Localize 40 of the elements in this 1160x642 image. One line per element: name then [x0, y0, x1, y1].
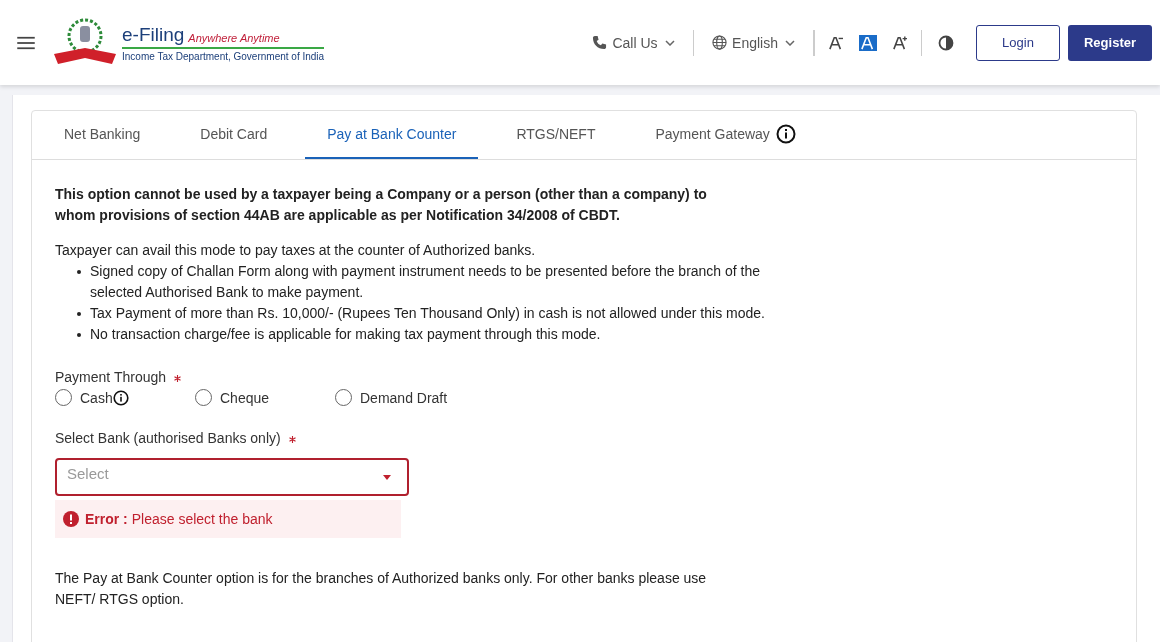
department-name: Income Tax Department, Government of India — [122, 50, 325, 62]
register-button[interactable]: Register — [1068, 24, 1152, 61]
radio-label[interactable]: Cash — [80, 389, 113, 406]
dropdown-arrow-icon[interactable] — [383, 474, 391, 480]
error-icon — [63, 511, 79, 527]
payment-tab[interactable]: Net Banking — [42, 111, 163, 159]
bullet-icon — [77, 333, 81, 337]
intro-text: Taxpayer can avail this mode to pay taxes at the counter of Authorized banks. — [55, 241, 537, 260]
call-us-dropdown[interactable]: Call Us — [586, 34, 681, 51]
bullet-text: Tax Payment of more than Rs. 10,000/- (Rupees Ten Thousand Only) in cash is not allowed under this mode. — [90, 304, 765, 323]
payment-tab[interactable]: Pay at Bank Counter — [305, 111, 479, 159]
normal-font-icon[interactable] — [858, 34, 877, 51]
bullet-text: No transaction charge/fee is applicable for making tax payment through this mode. — [90, 325, 601, 344]
increase-font-icon[interactable] — [890, 34, 909, 51]
contrast-icon[interactable] — [938, 34, 954, 51]
tagline: Anywhere Anytime — [188, 31, 280, 44]
payment-tab[interactable]: RTGS/NEFT — [494, 111, 618, 159]
caret-icon[interactable] — [785, 39, 795, 46]
field-label: Select Bank (authorised Banks only) — [55, 430, 281, 446]
bullet-text: Signed copy of Challan Form along with payment instrument needs to be presented before the branch of the selected Authorised Bank to make payment. — [90, 262, 762, 302]
login-button[interactable]: Login — [976, 24, 1060, 61]
brand-name: e-Filing — [122, 23, 185, 46]
field-label: Payment Through — [55, 369, 167, 385]
caret-icon[interactable] — [664, 39, 675, 46]
error-text: Error : Please select the bank — [85, 511, 273, 527]
info-icon[interactable] — [775, 124, 796, 144]
bullet-icon — [77, 312, 81, 316]
language-dropdown[interactable]: English — [706, 34, 801, 51]
bullet-icon — [77, 270, 81, 274]
radio-label[interactable]: Demand Draft — [360, 389, 448, 406]
payment-tab[interactable]: Payment Gateway — [633, 111, 818, 159]
eligibility-notice: This option cannot be used by a taxpayer being a Company or a person (other than a company) to whom provisions of section 44AB are applicable as per Notification 34/2008 of CBDT. — [55, 185, 708, 225]
menu-icon[interactable] — [17, 35, 35, 50]
phone-icon[interactable] — [592, 35, 608, 50]
decrease-font-icon[interactable] — [826, 34, 845, 51]
footer-note: The Pay at Bank Counter option is for the branches of Authorized banks only. For other banks please use NEFT/ RTGS option. — [55, 569, 708, 609]
radio-label[interactable]: Cheque — [220, 389, 270, 406]
payment-tab[interactable]: Debit Card — [178, 111, 290, 159]
globe-icon[interactable] — [712, 35, 728, 50]
info-icon[interactable] — [112, 389, 129, 406]
